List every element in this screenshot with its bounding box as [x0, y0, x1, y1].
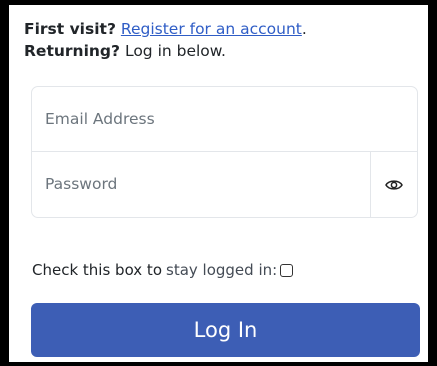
password-field[interactable]: Password: [32, 152, 417, 217]
stay-logged-in-checkbox[interactable]: [280, 263, 294, 277]
stay-logged-in-prefix: Check this box to: [32, 261, 162, 279]
email-placeholder: Email Address: [45, 110, 155, 128]
eye-icon: [385, 179, 403, 190]
password-placeholder: Password: [45, 175, 118, 193]
register-suffix: .: [301, 20, 307, 38]
login-button-label: Log In: [193, 318, 258, 342]
intro-text: First visit? Register for an account. Re…: [24, 18, 307, 62]
login-fields: Email Address Password: [31, 86, 418, 218]
email-field[interactable]: Email Address: [32, 87, 417, 152]
first-visit-label: First visit?: [24, 20, 116, 38]
first-visit-line: First visit? Register for an account.: [24, 18, 307, 40]
returning-line: Returning? Log in below.: [24, 40, 307, 62]
stay-logged-in-label: stay logged in:: [166, 261, 278, 279]
register-link[interactable]: Register for an account: [121, 20, 302, 38]
login-button[interactable]: Log In: [31, 303, 420, 357]
returning-label: Returning?: [24, 42, 121, 60]
returning-text: Log in below.: [124, 42, 226, 60]
stay-logged-in-row: Check this box to stay logged in:: [32, 261, 294, 279]
show-password-button[interactable]: [370, 152, 417, 217]
